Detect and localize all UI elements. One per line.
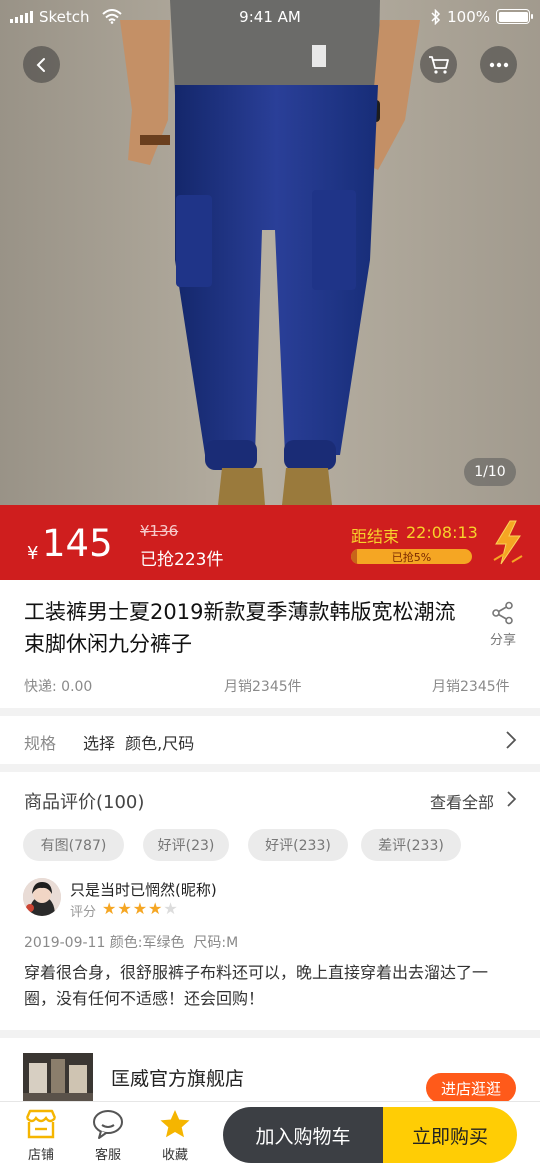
- countdown-label: 距结束: [351, 527, 400, 546]
- chevron-right-icon: [507, 791, 517, 807]
- review-meta: 2019-09-11 颜色:军绿色 尺码:M: [24, 935, 239, 951]
- sale-progress-bar: 已抢5%: [351, 549, 472, 564]
- signal-icon: [10, 10, 33, 23]
- wifi-icon: [101, 9, 122, 24]
- sale-progress-label: 已抢5%: [391, 550, 432, 564]
- star-filled-icon: ★: [148, 899, 163, 918]
- tab-favorite-label: 收藏: [161, 1148, 188, 1163]
- store-icon: [25, 1109, 57, 1139]
- star-filled-icon: ★: [132, 899, 148, 918]
- shop-thumbnail: [23, 1053, 93, 1103]
- status-bar: Sketch 9:41 AM 100%: [0, 0, 540, 33]
- price-currency: ¥: [27, 543, 39, 564]
- chat-icon: [93, 1110, 123, 1139]
- sold-count: 已抢223件: [140, 550, 224, 570]
- star-filled-icon: ★: [117, 899, 132, 918]
- product-detail-page: Sketch 9:41 AM 100% 1/10 ¥ 145 ¥136 已抢22…: [0, 0, 540, 1169]
- back-button[interactable]: [23, 46, 60, 83]
- share-button[interactable]: 分享: [488, 601, 518, 648]
- shopping-cart-icon: [428, 55, 449, 74]
- tab-store-label: 店铺: [27, 1148, 54, 1163]
- reviews-title: 商品评价(100): [24, 792, 145, 813]
- reviewer-avatar: [23, 878, 61, 916]
- battery-icon: [496, 9, 533, 24]
- shop-name: 匡威官方旗舰店: [111, 1068, 245, 1090]
- spec-value: 选择 颜色,尺码: [83, 734, 195, 753]
- product-gallery[interactable]: Sketch 9:41 AM 100% 1/10: [0, 0, 540, 505]
- cart-button[interactable]: [420, 46, 457, 83]
- review-text: 穿着很合身，很舒服裤子布料还可以，晚上直接穿着出去溜达了一圈，没有任何不适感！还…: [24, 963, 489, 1008]
- shipping-fee: 快递: 0.00: [24, 679, 93, 695]
- tab-customer-service-label: 客服: [94, 1148, 121, 1163]
- review-filter-chip[interactable]: 好评(233): [248, 829, 348, 861]
- monthly-sales: 月销2345件: [224, 679, 302, 695]
- more-dots-icon: [489, 62, 508, 67]
- chevron-left-icon: [36, 57, 45, 72]
- spec-label: 规格: [24, 734, 57, 753]
- status-time: 9:41 AM: [239, 7, 301, 26]
- visit-shop-button[interactable]: 进店逛逛: [426, 1073, 516, 1103]
- battery-percent: 100%: [447, 7, 490, 26]
- product-photo: [0, 0, 540, 505]
- more-button[interactable]: [480, 46, 517, 83]
- tab-customer-service[interactable]: 客服: [78, 1104, 138, 1163]
- countdown-timer: 22:08:13: [406, 523, 478, 542]
- rating-label: 评分: [70, 905, 97, 920]
- share-label: 分享: [489, 633, 516, 648]
- lightning-icon: [493, 520, 523, 565]
- tab-favorite[interactable]: 收藏: [145, 1104, 205, 1163]
- spec-selector-row[interactable]: [0, 716, 540, 764]
- review-filter-chip[interactable]: 好评(23): [143, 829, 229, 861]
- star-icon: [160, 1110, 190, 1138]
- view-all-reviews-link[interactable]: 查看全部: [430, 786, 520, 812]
- view-all-label: 查看全部: [430, 793, 495, 812]
- add-to-cart-button[interactable]: 加入购物车: [223, 1107, 383, 1163]
- reviewer-name: 只是当时已惘然(昵称): [70, 881, 217, 899]
- product-title: 工装裤男士夏2019新款夏季薄款韩版宽松潮流束脚休闲九分裤子: [24, 600, 456, 656]
- gallery-page-indicator: 1/10: [464, 458, 516, 486]
- review-filter-chip[interactable]: 差评(233): [361, 829, 461, 861]
- current-price: 145: [42, 522, 113, 565]
- monthly-sales-secondary: 月销2345件: [432, 679, 510, 695]
- share-icon: [492, 601, 513, 625]
- carrier-label: Sketch: [39, 7, 90, 26]
- star-filled-icon: ★: [102, 899, 117, 918]
- star-empty-icon: ★: [163, 899, 178, 918]
- review-filter-chip[interactable]: 有图(787): [23, 829, 124, 861]
- bluetooth-icon: [431, 8, 441, 25]
- tab-store[interactable]: 店铺: [11, 1104, 71, 1163]
- buy-now-button[interactable]: 立即购买: [383, 1107, 517, 1163]
- star-rating: ★ ★ ★ ★ ★: [102, 899, 178, 918]
- original-price: ¥136: [140, 522, 179, 540]
- chevron-right-icon: [506, 731, 517, 749]
